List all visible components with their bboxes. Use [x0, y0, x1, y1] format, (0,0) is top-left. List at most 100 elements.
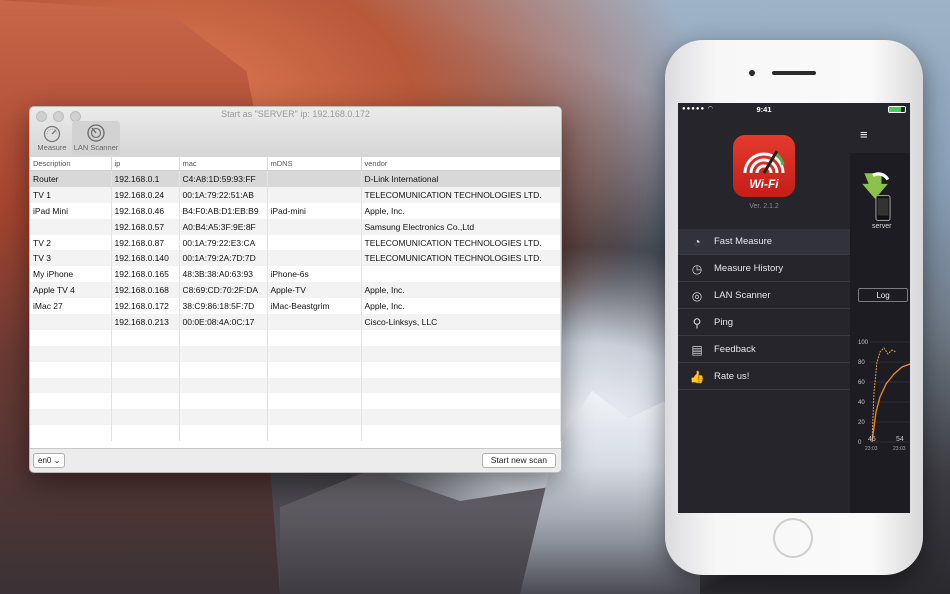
- lan-scanner-window: Start as "SERVER" ip: 192.168.0.172 Meas…: [29, 106, 562, 473]
- window-titlebar: Start as "SERVER" ip: 192.168.0.172 Meas…: [30, 107, 561, 158]
- empty-cell: [30, 345, 112, 362]
- menu-item-ping[interactable]: ⚲ Ping: [678, 310, 850, 336]
- empty-cell: [111, 409, 180, 426]
- table-cell-description: TV 3: [30, 250, 112, 267]
- table-row[interactable]: My iPhone 192.168.0.165 48:3B:38:A0:63:93 i…: [30, 266, 561, 283]
- table-row[interactable]: [30, 409, 561, 426]
- table-cell-ip: 192.168.0.57: [111, 218, 180, 235]
- empty-cell: [267, 377, 362, 394]
- table-row[interactable]: [30, 377, 561, 394]
- table-row[interactable]: [30, 393, 561, 410]
- table-cell-ip: 192.168.0.165: [111, 266, 180, 283]
- chart-xtick-sublabel: 23:03: [893, 446, 906, 452]
- table-row[interactable]: [30, 345, 561, 362]
- menu-item-label: Rate us!: [714, 371, 750, 382]
- table-row[interactable]: Apple TV 4 192.168.0.168 C8:69:CD:70:2F:DA…: [30, 282, 561, 299]
- gauge-icon: ◔: [693, 234, 701, 249]
- table-cell-mdns: [267, 234, 362, 251]
- table-row[interactable]: TV 1 192.168.0.24 00:1A:79:22:51:AB TELECOM…: [30, 186, 561, 203]
- empty-cell: [179, 329, 268, 346]
- column-header-vendor[interactable]: vendor: [361, 157, 561, 171]
- window-title: Start as "SERVER" ip: 192.168.0.172: [221, 109, 370, 119]
- window-toolbar: Measure LAN Scanner: [34, 121, 120, 155]
- table-row[interactable]: 192.168.0.213 00:0E:08:4A:0C:17 Cisco-Link…: [30, 314, 561, 330]
- column-header-mac[interactable]: mac: [179, 157, 268, 171]
- hamburger-menu-button[interactable]: ≡: [850, 117, 910, 153]
- table-cell-mac: 00:1A:79:22:51:AB: [179, 186, 268, 203]
- empty-cell: [179, 345, 268, 362]
- empty-cell: [267, 361, 362, 378]
- menu-item-label: LAN Scanner: [714, 290, 771, 301]
- table-cell-vendor: [361, 266, 561, 283]
- menu-item-fast-measure[interactable]: ◔ Fast Measure: [678, 229, 850, 255]
- table-row[interactable]: [30, 425, 561, 442]
- table-cell-mac: 00:1A:79:22:E3:CA: [179, 234, 268, 251]
- chevron-down-icon: ⌄: [53, 456, 61, 465]
- table-cell-vendor: Cisco-Linksys, LLC: [361, 314, 561, 330]
- app-version: Ver. 2.1.2: [749, 203, 779, 210]
- table-cell-vendor: Samsung Electronics Co.,Ltd: [361, 218, 561, 235]
- start-new-scan-button[interactable]: Start new scan: [481, 453, 556, 468]
- toolbar-measure-button[interactable]: Measure: [34, 121, 70, 155]
- empty-cell: [361, 377, 561, 394]
- column-header-description[interactable]: Description: [30, 157, 112, 171]
- table-row[interactable]: [30, 329, 561, 346]
- table-row[interactable]: iMac 27 192.168.0.172 38:C9:86:18:5F:7D iMa…: [30, 298, 561, 315]
- table-row[interactable]: [30, 361, 561, 378]
- table-cell-mac: B4:F0:AB:D1:EB:B9: [179, 202, 268, 219]
- empty-cell: [111, 329, 180, 346]
- menu-item-lan-scanner[interactable]: ◎ LAN Scanner: [678, 283, 850, 309]
- empty-cell: [361, 425, 561, 442]
- app-logo: Wi-Fi: [733, 135, 795, 197]
- table-cell-description: iMac 27: [30, 298, 112, 315]
- column-header-ip[interactable]: ip: [111, 157, 180, 171]
- table-row[interactable]: TV 2 192.168.0.87 00:1A:79:22:E3:CA TELECOM…: [30, 234, 561, 251]
- scan-icon: [87, 124, 105, 142]
- side-menu: Wi-Fi Ver. 2.1.2 ◔ Fast Measure ◷ Measure H…: [678, 117, 850, 513]
- menu-item-feedback[interactable]: ▤ Feedback: [678, 337, 850, 363]
- table-body: Router 192.168.0.1 C4:A8:1D:59:93:FF D-Link…: [30, 170, 561, 442]
- device-table: Description ip mac mDNS vendor Router 192…: [30, 157, 561, 442]
- menu-item-label: Fast Measure: [714, 236, 773, 247]
- table-row[interactable]: iPad Mini 192.168.0.46 B4:F0:AB:D1:EB:B9 iP…: [30, 202, 561, 219]
- interface-select[interactable]: en0 ⌄: [33, 453, 66, 468]
- table-cell-ip: 192.168.0.213: [111, 314, 180, 330]
- ping-icon: ⚲: [692, 315, 702, 330]
- menu-item-label: Feedback: [714, 344, 756, 355]
- phone-screen: ●●●●● ◠ 9:41 Wi-Fi Ver. 2.1.2 ◔ Fast Meas…: [678, 103, 910, 513]
- toolbar-lan-scanner-button[interactable]: LAN Scanner: [72, 121, 120, 155]
- table-cell-mdns: [267, 250, 362, 267]
- interface-select-value: en0: [38, 456, 52, 465]
- log-button[interactable]: Log: [858, 288, 908, 302]
- menu-item-measure-history[interactable]: ◷ Measure History: [678, 256, 850, 282]
- empty-cell: [30, 361, 112, 378]
- status-time: 9:41: [756, 105, 772, 114]
- table-row[interactable]: TV 3 192.168.0.140 00:1A:79:2A:7D:7D TELECO…: [30, 250, 561, 267]
- home-button[interactable]: [773, 518, 813, 558]
- table-cell-vendor: TELECOMUNICATION TECHNOLOGIES LTD.: [361, 186, 561, 203]
- device-label: server: [872, 223, 892, 230]
- scan-icon: ◎: [691, 288, 703, 303]
- speed-chart: 100 80 60 40 20 0 45 23:03 54 23:03: [858, 340, 910, 452]
- table-cell-mac: 48:3B:38:A0:63:93: [179, 266, 268, 283]
- table-cell-ip: 192.168.0.87: [111, 234, 180, 251]
- battery-icon: [888, 106, 906, 113]
- empty-cell: [111, 377, 180, 394]
- table-cell-vendor: D-Link International: [361, 170, 561, 187]
- table-cell-mac: A0:B4:A5:3F:9E:8F: [179, 218, 268, 235]
- feedback-icon: ▤: [691, 342, 703, 357]
- column-header-mdns[interactable]: mDNS: [267, 157, 362, 171]
- table-row[interactable]: 192.168.0.57 A0:B4:A5:3F:9E:8F Samsung Ele…: [30, 218, 561, 235]
- menu-item-rate-us[interactable]: 👍 Rate us!: [678, 364, 850, 390]
- table-cell-vendor: Apple, Inc.: [361, 282, 561, 299]
- table-cell-ip: 192.168.0.1: [111, 170, 180, 187]
- chart-ytick-label: 20: [858, 420, 865, 426]
- table-cell-description: iPad Mini: [30, 202, 112, 219]
- table-cell-description: Apple TV 4: [30, 282, 112, 299]
- chart-ytick-label: 100: [858, 340, 869, 346]
- table-cell-description: My iPhone: [30, 266, 112, 283]
- table-row[interactable]: Router 192.168.0.1 C4:A8:1D:59:93:FF D-Link…: [30, 170, 561, 187]
- thumbs-up-icon: 👍: [689, 369, 705, 384]
- table-cell-mdns: [267, 218, 362, 235]
- empty-cell: [267, 345, 362, 362]
